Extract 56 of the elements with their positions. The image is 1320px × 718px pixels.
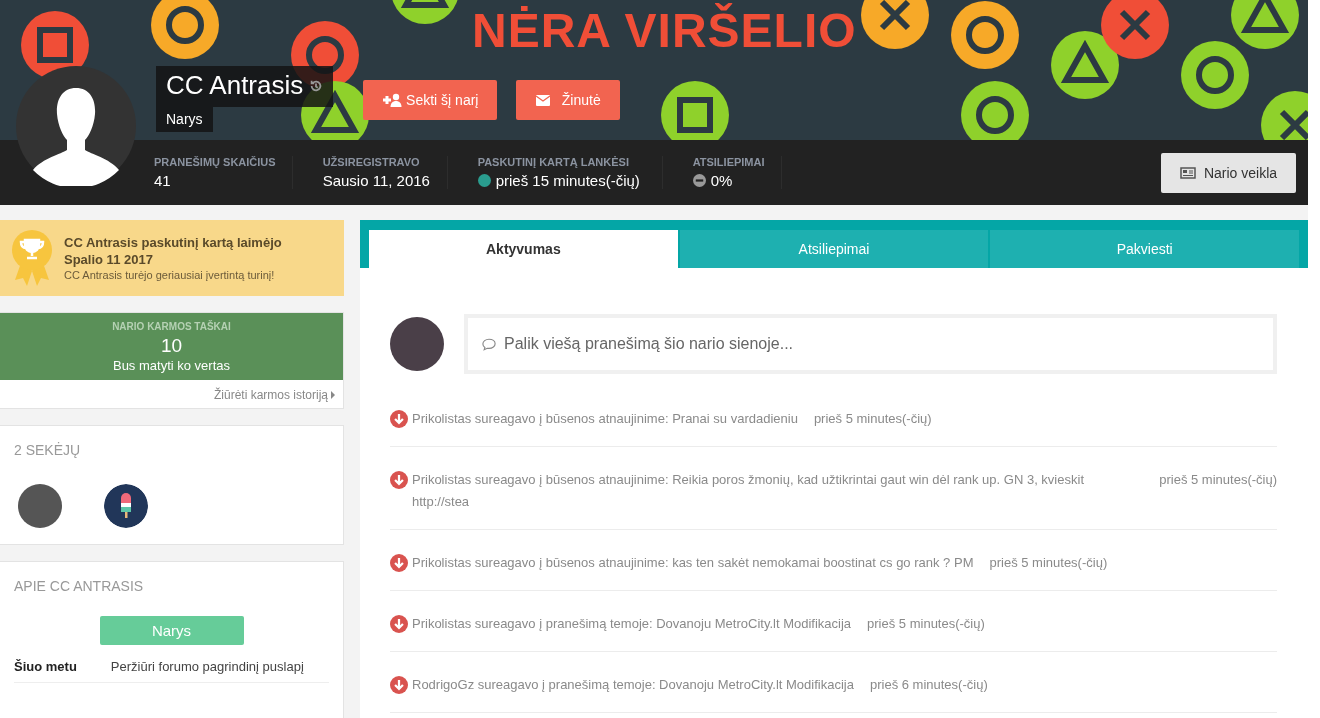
karma-points: 10 bbox=[159, 335, 184, 357]
profile-tab[interactable]: Aktyvumas bbox=[369, 230, 678, 268]
stat-label: ATSILIEPIMAI bbox=[692, 156, 765, 168]
down-arrow-icon bbox=[390, 615, 408, 633]
activity-text: Prikolistas sureagavo į būsenos atnaujinime: kas ten sakėt nemokamai boostinat cs go rank ? PM bbox=[412, 554, 974, 572]
stat-label: PASKUTINĮ KARTĄ LANKĖSI bbox=[477, 156, 630, 168]
caret-icon bbox=[331, 391, 335, 399]
follow-button[interactable]: Sekti šį narį bbox=[363, 80, 498, 120]
history-icon[interactable] bbox=[309, 78, 324, 93]
down-arrow-icon bbox=[390, 554, 408, 572]
activity-time: prieš 5 minutes(-čių) bbox=[867, 615, 985, 633]
online-status-dot bbox=[477, 174, 491, 187]
status-message-field[interactable]: Palik viešą pranešimą šio nario sienoje... bbox=[464, 314, 1277, 374]
follower-avatar[interactable] bbox=[18, 484, 62, 528]
activity-text: Prikolistas sureagavo į pranešimą temoje: Dovanoju MetroCity.lt Modifikacija bbox=[412, 615, 852, 633]
trophy-ribbon-icon bbox=[12, 230, 52, 286]
stat-value: 41 bbox=[154, 172, 171, 189]
activity-text: Prikolistas sureagavo į būsenos atnaujinime: Pranai su vardadieniu bbox=[412, 410, 798, 428]
activity-time: prieš 5 minutes(-čių) bbox=[989, 554, 1108, 572]
newspaper-icon bbox=[1179, 166, 1196, 179]
member-group-badge: Narys bbox=[99, 616, 244, 645]
about-value: Peržiūri forumo pagrindinį puslapį bbox=[110, 659, 304, 674]
profile-tab[interactable]: Pakviesti bbox=[990, 230, 1299, 268]
award-date: Spalio 11 2017 bbox=[64, 252, 154, 267]
karma-label: NARIO KARMOS TAŠKAI bbox=[111, 321, 232, 332]
cover-caption: NĖRA VIRŠELIO bbox=[472, 4, 857, 58]
member-group: Narys bbox=[156, 107, 213, 132]
stat-value: prieš 15 minutes(-čių) bbox=[495, 172, 640, 189]
activity-time: prieš 5 minutes(-čių) bbox=[813, 410, 932, 428]
user-avatar-photo bbox=[390, 317, 444, 371]
profile-tab[interactable]: Atsiliepimai bbox=[679, 230, 989, 268]
activity-time: prieš 6 minutes(-čių) bbox=[869, 676, 988, 694]
activity-text: Prikolistas sureagavo į būsenos atnaujinime: Reikia poros žmonių, kad užtikrintai gaut win dėl rank up. GN 3, kvieskit http://stea bbox=[412, 471, 1085, 511]
stat-value: Sausio 11, 2016 bbox=[322, 172, 430, 189]
envelope-icon bbox=[535, 94, 550, 106]
add-user-icon bbox=[382, 93, 403, 107]
down-arrow-icon bbox=[390, 471, 408, 489]
activity-time: prieš 5 minutes(-čių) bbox=[1159, 471, 1277, 489]
member-name: CC Antrasis bbox=[166, 70, 304, 101]
message-button[interactable]: Žinutė bbox=[516, 80, 621, 120]
followers-title: 2 SEKĖJŲ bbox=[14, 442, 82, 458]
down-arrow-icon bbox=[390, 676, 408, 694]
neutral-minus-icon bbox=[692, 174, 706, 187]
stat-label: UŽSIREGISTRAVO bbox=[322, 156, 421, 168]
member-activity-button[interactable]: Nario veikla bbox=[1161, 152, 1296, 193]
award-note: CC Antrasis turėjo geriausiai įvertintą turinį! bbox=[64, 269, 276, 281]
down-arrow-icon bbox=[390, 410, 408, 428]
karma-history-link[interactable]: Žiūrėti karmos istoriją bbox=[213, 388, 335, 402]
about-label: Šiuo metu bbox=[14, 659, 77, 674]
karma-caption: Bus matyti ko vertas bbox=[111, 358, 231, 373]
award-title: CC Antrasis paskutinį kartą laimėjo bbox=[64, 235, 282, 250]
activity-text: RodrigoGz sureagavo į pranešimą temoje: Dovanoju MetroCity.lt Modifikacija bbox=[412, 676, 854, 694]
stat-label: PRANEŠIMŲ SKAIČIUS bbox=[154, 156, 276, 168]
popsicle-avatar-icon[interactable] bbox=[104, 484, 148, 528]
stat-value: 0% bbox=[710, 172, 733, 189]
about-title: APIE CC ANTRASIS bbox=[14, 578, 145, 594]
